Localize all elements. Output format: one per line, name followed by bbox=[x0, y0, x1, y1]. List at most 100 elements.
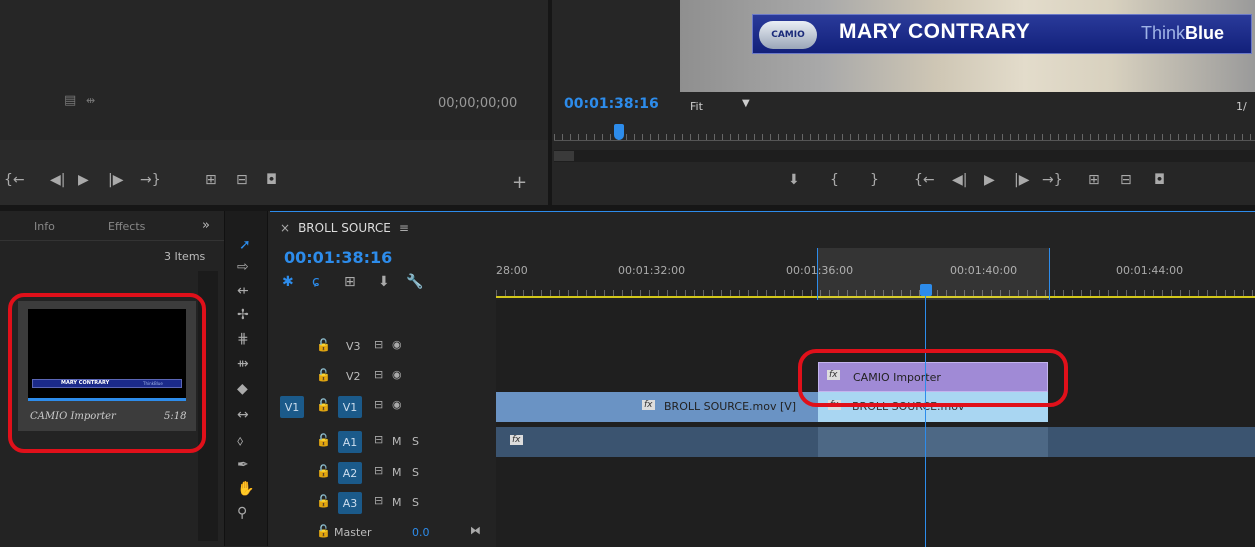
go-to-out-icon[interactable]: →} bbox=[140, 172, 161, 188]
timeline-menu-icon[interactable]: ≡ bbox=[399, 221, 409, 235]
lock-icon[interactable]: 🔓 bbox=[316, 398, 331, 412]
export-frame-icon[interactable]: ◘ bbox=[1154, 172, 1165, 188]
sync-lock-icon[interactable]: ⊟ bbox=[374, 338, 383, 351]
solo-button[interactable]: S bbox=[412, 466, 419, 479]
sync-lock-icon[interactable]: ⊟ bbox=[374, 398, 383, 411]
source-transport: {← ◀| ▶ |▶ →} ⊞ ⊟ ◘ + bbox=[0, 168, 548, 198]
track-select-tool-icon[interactable]: ⇨ bbox=[237, 259, 249, 275]
sync-lock-icon[interactable]: ⊟ bbox=[374, 464, 383, 477]
track-v1-label[interactable]: V1 bbox=[338, 396, 362, 418]
panel-overflow-icon[interactable]: » bbox=[202, 218, 210, 233]
track-v2-label[interactable]: V2 bbox=[346, 370, 361, 383]
zoom-tool-icon[interactable]: ✋ bbox=[237, 481, 254, 497]
program-scroll-thumb[interactable] bbox=[554, 151, 574, 161]
timeline-tab-title[interactable]: BROLL SOURCE bbox=[298, 221, 391, 235]
lock-icon[interactable]: 🔓 bbox=[316, 368, 331, 382]
snap-icon[interactable]: ✱ bbox=[282, 274, 294, 290]
rate-stretch-tool-icon[interactable]: ⋕ bbox=[237, 331, 249, 347]
sync-lock-icon[interactable]: ⊟ bbox=[374, 433, 383, 446]
program-scroll-track[interactable] bbox=[554, 150, 1255, 162]
track-a3-label[interactable]: A3 bbox=[338, 492, 362, 514]
step-forward-icon[interactable]: |▶ bbox=[1014, 172, 1029, 188]
source-patch-v1[interactable]: V1 bbox=[280, 396, 304, 418]
program-ruler[interactable] bbox=[554, 124, 1255, 148]
lock-icon[interactable]: 🔓 bbox=[316, 524, 331, 538]
eye-icon[interactable]: ◉ bbox=[392, 368, 402, 381]
pen-tool-icon[interactable]: ⬨ bbox=[237, 433, 243, 449]
slide-tool-icon[interactable]: ↔ bbox=[237, 407, 249, 423]
sync-lock-icon[interactable]: ⊟ bbox=[374, 494, 383, 507]
timeline-tab[interactable]: × BROLL SOURCE ≡ bbox=[280, 218, 409, 238]
rolling-edit-tool-icon[interactable]: ✢ bbox=[237, 307, 249, 323]
mark-out-icon[interactable]: } bbox=[870, 172, 879, 188]
fit-dropdown-label[interactable]: Fit bbox=[690, 100, 703, 113]
add-marker-icon[interactable]: ⬇ bbox=[788, 172, 800, 188]
track-v1: V1 🔓 V1 ⊟ ◉ bbox=[270, 392, 496, 422]
add-button-icon[interactable]: + bbox=[512, 172, 527, 193]
export-frame-icon[interactable]: ◘ bbox=[266, 172, 277, 188]
step-forward-icon[interactable]: |▶ bbox=[108, 172, 123, 188]
track-a2-label[interactable]: A2 bbox=[338, 462, 362, 484]
solo-button[interactable]: S bbox=[412, 435, 419, 448]
playhead-handle[interactable] bbox=[920, 284, 932, 296]
hand-tool-icon[interactable]: ✒ bbox=[237, 457, 249, 473]
playhead-line[interactable] bbox=[925, 296, 926, 547]
insert-sequence-icon[interactable]: ⊞ bbox=[344, 274, 356, 290]
track-v3-label[interactable]: V3 bbox=[346, 340, 361, 353]
program-monitor: CAMIO MARY CONTRARY ThinkBlue 00:01:38:1… bbox=[552, 0, 1255, 205]
timeline-timecode[interactable]: 00:01:38:16 bbox=[284, 248, 392, 267]
eye-icon[interactable]: ◉ bbox=[392, 338, 402, 351]
mute-button[interactable]: M bbox=[392, 435, 402, 448]
tab-info[interactable]: Info bbox=[34, 220, 55, 233]
lift-icon[interactable]: ⊞ bbox=[1088, 172, 1100, 188]
clip-broll-v1[interactable]: fx BROLL SOURCE.mov [V] bbox=[496, 392, 818, 422]
lock-icon[interactable]: 🔓 bbox=[316, 464, 331, 478]
lock-icon[interactable]: 🔓 bbox=[316, 433, 331, 447]
fit-dropdown-chevron-icon[interactable]: ▼ bbox=[742, 98, 750, 109]
razor-tool-icon[interactable]: ⇻ bbox=[237, 356, 249, 372]
insert-icon[interactable]: ⊞ bbox=[205, 172, 217, 188]
add-marker-icon[interactable]: ⬇ bbox=[378, 274, 390, 290]
overwrite-icon[interactable]: ⊟ bbox=[236, 172, 248, 188]
panel-divider-vertical[interactable] bbox=[548, 0, 552, 205]
slip-tool-icon[interactable]: ◆ bbox=[237, 381, 248, 397]
magnify-icon[interactable]: ⚲ bbox=[237, 505, 247, 521]
mute-button[interactable]: M bbox=[392, 496, 402, 509]
program-playhead[interactable] bbox=[614, 124, 624, 140]
step-back-icon[interactable]: ◀| bbox=[952, 172, 967, 188]
program-video-frame: CAMIO MARY CONTRARY ThinkBlue bbox=[680, 0, 1255, 92]
step-back-icon[interactable]: ◀| bbox=[50, 172, 65, 188]
sync-lock-icon[interactable]: ⊟ bbox=[374, 368, 383, 381]
track-master: 🔓 Master 0.0 ⧓ bbox=[270, 518, 496, 547]
wrench-icon[interactable]: 🔧 bbox=[406, 274, 423, 290]
timeline-close-icon[interactable]: × bbox=[280, 221, 290, 235]
extract-icon[interactable]: ⊟ bbox=[1120, 172, 1132, 188]
project-panel: Info Effects » 3 Items MARY CONTRARY Thi… bbox=[0, 211, 224, 546]
go-to-in-icon[interactable]: {← bbox=[914, 172, 935, 188]
film-icon: ▤ bbox=[64, 93, 77, 108]
lock-icon[interactable]: 🔓 bbox=[316, 338, 331, 352]
mute-button[interactable]: M bbox=[392, 466, 402, 479]
tab-effects[interactable]: Effects bbox=[108, 220, 145, 233]
resolution-select[interactable]: 1/ bbox=[1236, 100, 1247, 113]
program-timecode[interactable]: 00:01:38:16 bbox=[564, 96, 659, 112]
solo-button[interactable]: S bbox=[412, 496, 419, 509]
brand-blue: Blue bbox=[1185, 23, 1225, 43]
selection-tool-icon[interactable]: ➚ bbox=[239, 237, 251, 253]
source-monitor-view bbox=[0, 0, 548, 140]
source-timecode[interactable]: 00;00;00;00 bbox=[438, 96, 517, 111]
lower-third-bar: CAMIO MARY CONTRARY ThinkBlue bbox=[752, 14, 1252, 54]
go-to-out-icon[interactable]: →} bbox=[1042, 172, 1063, 188]
linked-selection-icon[interactable]: ɕ bbox=[312, 274, 320, 290]
mark-in-icon[interactable]: { bbox=[830, 172, 839, 188]
play-icon[interactable]: ▶ bbox=[78, 172, 89, 188]
eye-icon[interactable]: ◉ bbox=[392, 398, 402, 411]
master-volume[interactable]: 0.0 bbox=[412, 526, 430, 539]
track-a1-label[interactable]: A1 bbox=[338, 431, 362, 453]
lock-icon[interactable]: 🔓 bbox=[316, 494, 331, 508]
play-icon[interactable]: ▶ bbox=[984, 172, 995, 188]
ripple-edit-tool-icon[interactable]: ⇷ bbox=[237, 283, 249, 299]
master-end-icon[interactable]: ⧓ bbox=[470, 524, 481, 537]
go-to-in-icon[interactable]: {← bbox=[4, 172, 25, 188]
camio-logo: CAMIO bbox=[759, 21, 817, 49]
